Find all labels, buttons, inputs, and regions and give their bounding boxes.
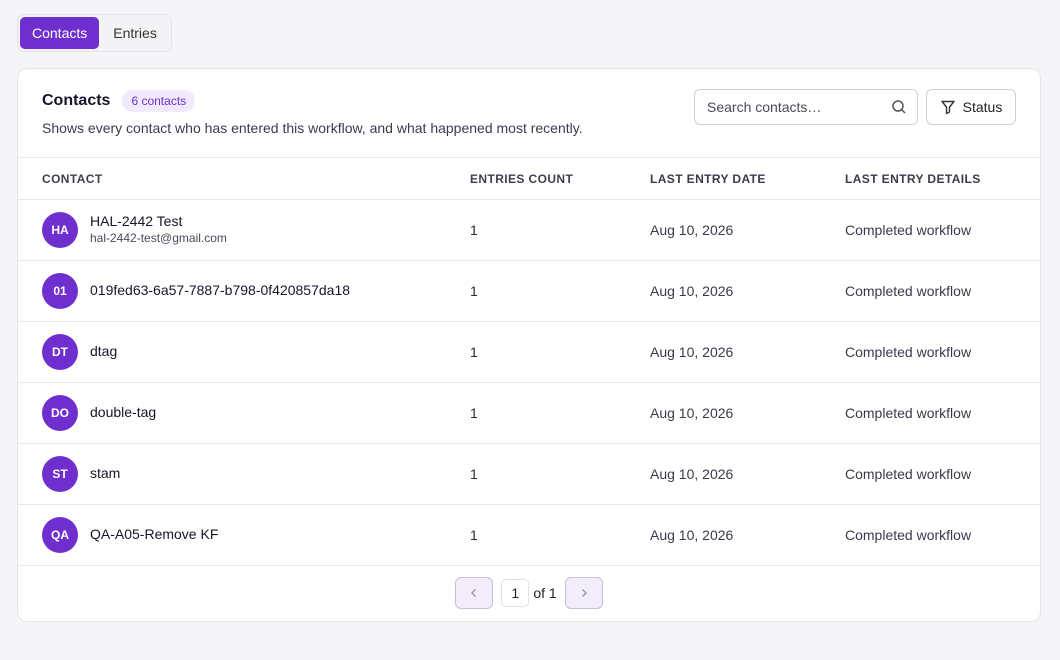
avatar: ST bbox=[42, 455, 78, 492]
last-entry-date: Aug 10, 2026 bbox=[650, 199, 845, 261]
table-row[interactable]: HA HAL-2442 Test hal-2442-test@gmail.com… bbox=[18, 199, 1040, 261]
last-entry-details: Completed workflow bbox=[845, 199, 1040, 261]
contact-name[interactable]: stam bbox=[90, 465, 120, 482]
column-header-last-entry-date[interactable]: LAST ENTRY DATE bbox=[650, 158, 845, 200]
table-header-row: CONTACT ENTRIES COUNT LAST ENTRY DATE LA… bbox=[18, 158, 1040, 200]
card-title: Contacts bbox=[42, 92, 111, 109]
last-entry-date: Aug 10, 2026 bbox=[650, 260, 845, 322]
last-entry-date: Aug 10, 2026 bbox=[650, 504, 845, 566]
pagination: 1 of 1 bbox=[18, 577, 1040, 609]
tab-entries[interactable]: Entries bbox=[101, 17, 169, 49]
search-icon[interactable] bbox=[891, 99, 907, 115]
column-header-last-entry-details[interactable]: LAST ENTRY DETAILS bbox=[845, 158, 1040, 200]
search-input[interactable] bbox=[707, 99, 891, 115]
entries-count: 1 bbox=[470, 321, 650, 383]
tab-contacts[interactable]: Contacts bbox=[20, 17, 100, 49]
current-page-input[interactable]: 1 bbox=[501, 579, 530, 607]
filter-icon bbox=[940, 99, 956, 115]
card-header: Contacts 6 contacts Shows every contact … bbox=[18, 69, 1040, 158]
last-entry-details: Completed workflow bbox=[845, 443, 1040, 505]
entries-count: 1 bbox=[470, 382, 650, 444]
contact-cell: HA HAL-2442 Test hal-2442-test@gmail.com bbox=[42, 211, 470, 248]
avatar: DO bbox=[42, 394, 78, 431]
title-row: Contacts 6 contacts bbox=[42, 90, 196, 112]
page-total-label: of 1 bbox=[533, 585, 557, 601]
contact-email: hal-2442-test@gmail.com bbox=[90, 231, 227, 245]
chevron-left-icon bbox=[468, 587, 480, 599]
entries-count: 1 bbox=[470, 199, 650, 261]
entries-count: 1 bbox=[470, 260, 650, 322]
status-label: Status bbox=[962, 99, 1003, 115]
contact-name[interactable]: QA-A05-Remove KF bbox=[90, 526, 218, 543]
contact-name[interactable]: double-tag bbox=[90, 404, 156, 421]
previous-page-button[interactable] bbox=[455, 577, 494, 609]
table-row[interactable]: DO double-tag 1 Aug 10, 2026 Completed w… bbox=[18, 382, 1040, 444]
last-entry-date: Aug 10, 2026 bbox=[650, 321, 845, 383]
avatar: DT bbox=[42, 333, 78, 370]
entries-count: 1 bbox=[470, 504, 650, 566]
view-tabs: Contacts Entries bbox=[17, 14, 172, 52]
avatar: 01 bbox=[42, 272, 78, 309]
last-entry-details: Completed workflow bbox=[845, 382, 1040, 444]
table-row[interactable]: ST stam 1 Aug 10, 2026 Completed workflo… bbox=[18, 443, 1040, 505]
column-header-entries-count[interactable]: ENTRIES COUNT bbox=[470, 158, 650, 200]
contact-cell: 01 019fed63-6a57-7887-b798-0f420857da18 bbox=[42, 272, 470, 309]
contact-cell: QA QA-A05-Remove KF bbox=[42, 516, 470, 553]
column-header-contact[interactable]: CONTACT bbox=[18, 158, 470, 200]
contact-name[interactable]: dtag bbox=[90, 343, 117, 360]
contacts-table: CONTACT ENTRIES COUNT LAST ENTRY DATE LA… bbox=[18, 158, 1040, 566]
avatar: QA bbox=[42, 516, 78, 553]
last-entry-date: Aug 10, 2026 bbox=[650, 443, 845, 505]
avatar: HA bbox=[42, 211, 78, 248]
table-row[interactable]: QA QA-A05-Remove KF 1 Aug 10, 2026 Compl… bbox=[18, 504, 1040, 566]
contact-name[interactable]: 019fed63-6a57-7887-b798-0f420857da18 bbox=[90, 282, 350, 299]
last-entry-details: Completed workflow bbox=[845, 504, 1040, 566]
contacts-card: Contacts 6 contacts Shows every contact … bbox=[17, 68, 1041, 622]
chevron-right-icon bbox=[578, 587, 590, 599]
table-row[interactable]: 01 019fed63-6a57-7887-b798-0f420857da18 … bbox=[18, 260, 1040, 322]
table-row[interactable]: DT dtag 1 Aug 10, 2026 Completed workflo… bbox=[18, 321, 1040, 383]
card-subtitle: Shows every contact who has entered this… bbox=[42, 120, 583, 136]
status-filter-button[interactable]: Status bbox=[926, 89, 1016, 125]
last-entry-date: Aug 10, 2026 bbox=[650, 382, 845, 444]
last-entry-details: Completed workflow bbox=[845, 260, 1040, 322]
contacts-count-badge: 6 contacts bbox=[122, 90, 196, 112]
contact-name[interactable]: HAL-2442 Test bbox=[90, 213, 227, 230]
contact-cell: DT dtag bbox=[42, 333, 470, 370]
search-box[interactable] bbox=[694, 89, 918, 125]
contact-info: HAL-2442 Test hal-2442-test@gmail.com bbox=[90, 213, 227, 246]
contact-cell: ST stam bbox=[42, 455, 470, 492]
next-page-button[interactable] bbox=[564, 577, 603, 609]
entries-count: 1 bbox=[470, 443, 650, 505]
last-entry-details: Completed workflow bbox=[845, 321, 1040, 383]
contact-cell: DO double-tag bbox=[42, 394, 470, 431]
